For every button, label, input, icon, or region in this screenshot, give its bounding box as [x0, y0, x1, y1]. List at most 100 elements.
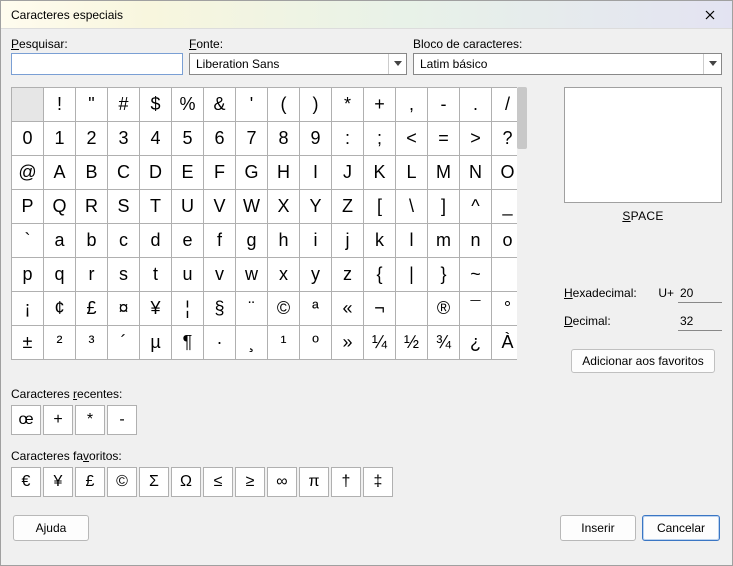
char-cell[interactable]: N — [460, 156, 492, 190]
char-cell[interactable]: ¨ — [236, 292, 268, 326]
char-cell[interactable]: g — [236, 224, 268, 258]
char-cell[interactable]: I — [300, 156, 332, 190]
favorite-char-cell[interactable]: Σ — [139, 467, 169, 497]
favorite-char-cell[interactable]: † — [331, 467, 361, 497]
char-cell[interactable]: r — [76, 258, 108, 292]
char-cell[interactable]: K — [364, 156, 396, 190]
char-cell[interactable]: J — [332, 156, 364, 190]
char-cell[interactable]: 2 — [76, 122, 108, 156]
char-cell[interactable]: ª — [300, 292, 332, 326]
char-cell[interactable]: ¿ — [460, 326, 492, 360]
char-cell[interactable]: z — [332, 258, 364, 292]
char-cell[interactable]: ¬ — [364, 292, 396, 326]
char-cell[interactable]: , — [396, 88, 428, 122]
insert-button[interactable]: Inserir — [560, 515, 636, 541]
char-cell[interactable]: ® — [428, 292, 460, 326]
char-cell[interactable]: a — [44, 224, 76, 258]
favorite-char-cell[interactable]: ‡ — [363, 467, 393, 497]
char-cell[interactable]: : — [332, 122, 364, 156]
char-cell[interactable]: i — [300, 224, 332, 258]
scrollbar-thumb[interactable] — [517, 87, 527, 149]
favorite-char-cell[interactable]: © — [107, 467, 137, 497]
char-cell[interactable]: f — [204, 224, 236, 258]
char-cell[interactable]: ¶ — [172, 326, 204, 360]
char-cell[interactable]: U — [172, 190, 204, 224]
char-cell[interactable]: £ — [76, 292, 108, 326]
char-cell[interactable]: ) — [300, 88, 332, 122]
char-cell[interactable]: D — [140, 156, 172, 190]
char-cell[interactable]: ¡ — [12, 292, 44, 326]
char-cell[interactable]: ¼ — [364, 326, 396, 360]
char-cell[interactable]: . — [460, 88, 492, 122]
grid-scrollbar[interactable] — [517, 87, 527, 373]
char-cell[interactable]: p — [12, 258, 44, 292]
char-cell[interactable]: ( — [268, 88, 300, 122]
char-cell[interactable]: « — [332, 292, 364, 326]
char-cell[interactable]: Z — [332, 190, 364, 224]
char-cell[interactable]: k — [364, 224, 396, 258]
char-cell[interactable]: ` — [12, 224, 44, 258]
char-cell[interactable]: + — [364, 88, 396, 122]
char-cell[interactable]: V — [204, 190, 236, 224]
char-cell[interactable]: M — [428, 156, 460, 190]
char-cell[interactable]: S — [108, 190, 140, 224]
char-cell[interactable]: B — [76, 156, 108, 190]
char-cell[interactable]: R — [76, 190, 108, 224]
recent-char-cell[interactable]: * — [75, 405, 105, 435]
char-cell[interactable]: ¥ — [140, 292, 172, 326]
char-cell[interactable]: » — [332, 326, 364, 360]
char-cell[interactable]: } — [428, 258, 460, 292]
char-cell[interactable]: º — [300, 326, 332, 360]
char-cell[interactable]: ² — [44, 326, 76, 360]
char-cell[interactable] — [396, 292, 428, 326]
char-cell[interactable]: { — [364, 258, 396, 292]
char-cell[interactable]: ± — [12, 326, 44, 360]
char-cell[interactable]: Q — [44, 190, 76, 224]
char-cell[interactable]: 0 — [12, 122, 44, 156]
help-button[interactable]: Ajuda — [13, 515, 89, 541]
char-cell[interactable]: A — [44, 156, 76, 190]
char-cell[interactable]: ^ — [460, 190, 492, 224]
char-cell[interactable]: § — [204, 292, 236, 326]
close-button[interactable] — [694, 4, 726, 26]
cancel-button[interactable]: Cancelar — [642, 515, 720, 541]
char-cell[interactable]: ¯ — [460, 292, 492, 326]
char-cell[interactable]: ~ — [460, 258, 492, 292]
char-cell[interactable]: [ — [364, 190, 396, 224]
char-cell[interactable]: G — [236, 156, 268, 190]
char-cell[interactable]: u — [172, 258, 204, 292]
hex-input[interactable] — [678, 283, 722, 303]
char-cell[interactable]: Y — [300, 190, 332, 224]
char-cell[interactable]: t — [140, 258, 172, 292]
char-cell[interactable]: b — [76, 224, 108, 258]
char-cell[interactable]: - — [428, 88, 460, 122]
char-cell[interactable]: F — [204, 156, 236, 190]
char-cell[interactable]: @ — [12, 156, 44, 190]
char-cell[interactable]: d — [140, 224, 172, 258]
block-combo[interactable]: Latim básico — [413, 53, 722, 75]
char-cell[interactable]: n — [460, 224, 492, 258]
char-cell[interactable]: ] — [428, 190, 460, 224]
char-cell[interactable]: c — [108, 224, 140, 258]
char-cell[interactable]: µ — [140, 326, 172, 360]
char-cell[interactable]: ´ — [108, 326, 140, 360]
char-cell[interactable]: ' — [236, 88, 268, 122]
char-cell[interactable]: * — [332, 88, 364, 122]
char-cell[interactable]: T — [140, 190, 172, 224]
char-cell[interactable]: · — [204, 326, 236, 360]
favorite-char-cell[interactable]: Ω — [171, 467, 201, 497]
favorite-char-cell[interactable]: ≥ — [235, 467, 265, 497]
char-cell[interactable]: % — [172, 88, 204, 122]
char-cell[interactable]: ¢ — [44, 292, 76, 326]
char-cell[interactable]: y — [300, 258, 332, 292]
dec-input[interactable] — [678, 311, 722, 331]
char-cell[interactable]: ! — [44, 88, 76, 122]
char-cell[interactable]: e — [172, 224, 204, 258]
char-cell[interactable]: > — [460, 122, 492, 156]
search-input[interactable] — [11, 53, 183, 75]
char-cell[interactable]: q — [44, 258, 76, 292]
char-cell[interactable]: 1 — [44, 122, 76, 156]
char-cell[interactable]: x — [268, 258, 300, 292]
font-combo[interactable]: Liberation Sans — [189, 53, 407, 75]
char-cell[interactable]: 4 — [140, 122, 172, 156]
